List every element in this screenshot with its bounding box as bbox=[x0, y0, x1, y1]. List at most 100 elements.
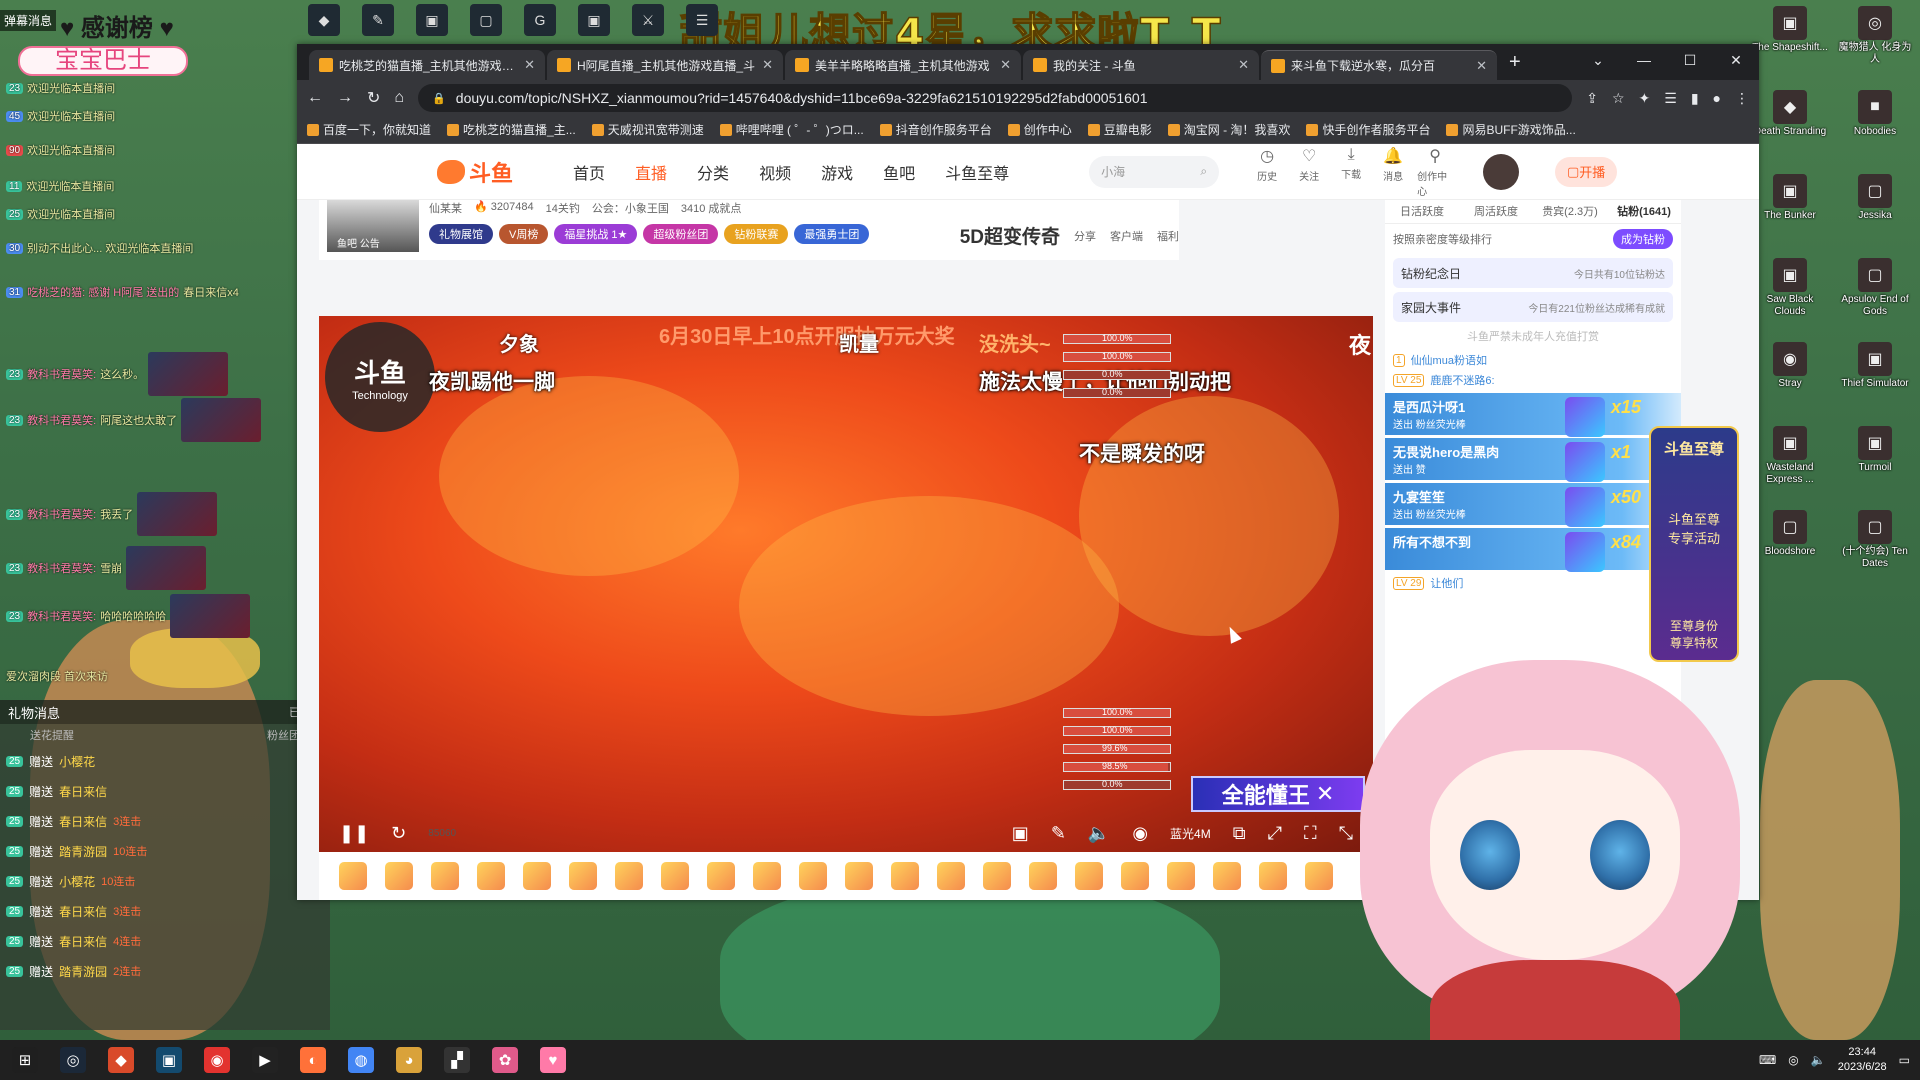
extensions-icon[interactable]: ✦ bbox=[1639, 90, 1651, 107]
rank-tab[interactable]: 日活跃度 bbox=[1385, 200, 1459, 223]
bookmark-item[interactable]: 创作中心 bbox=[1007, 121, 1072, 138]
user-avatar[interactable] bbox=[1483, 153, 1520, 190]
back-arrow-icon[interactable]: ← bbox=[307, 89, 323, 107]
video-player[interactable]: 斗鱼 Technology 6月30日早上10点开服抽万元大奖 夕象 凯量 没洗… bbox=[319, 316, 1373, 852]
ad-text[interactable]: 5D超变传奇 bbox=[960, 222, 1060, 249]
gift-slot-icon[interactable] bbox=[569, 862, 597, 890]
desktop-icon[interactable]: ▢ Bloodshore bbox=[1750, 510, 1830, 588]
desktop-icon[interactable]: ◆ Death Stranding bbox=[1750, 90, 1830, 168]
edit-icon[interactable]: ✎ bbox=[1051, 823, 1066, 844]
rank-tab[interactable]: 周活跃度 bbox=[1459, 200, 1533, 223]
room-pill[interactable]: 最强勇士团 bbox=[794, 224, 870, 244]
room-pill[interactable]: V周榜 bbox=[499, 224, 549, 244]
web-fullscreen-icon[interactable]: ⛶ bbox=[1304, 823, 1317, 844]
refresh-icon[interactable]: ↻ bbox=[391, 823, 406, 844]
gift-slot-icon[interactable] bbox=[845, 862, 873, 890]
search-icon[interactable]: ⌕ bbox=[1200, 164, 1207, 179]
browser-tab[interactable]: 美羊羊略略略直播_主机其他游戏 ✕ bbox=[785, 50, 1021, 80]
volume-tray-icon[interactable]: 🔈 bbox=[1811, 1053, 1826, 1067]
become-diamond-fan-button[interactable]: 成为钻粉 bbox=[1613, 229, 1673, 249]
bookmark-item[interactable]: 淘宝网 - 淘！我喜欢 bbox=[1167, 121, 1290, 138]
clock[interactable]: 23:44 2023/6/28 bbox=[1838, 1045, 1887, 1075]
app-icon[interactable]: G bbox=[524, 4, 556, 36]
gift-slot-icon[interactable] bbox=[1167, 862, 1195, 890]
media-icon[interactable]: ▶ bbox=[252, 1047, 278, 1073]
app-icon[interactable]: ▣ bbox=[416, 4, 448, 36]
app-icon[interactable]: ▣ bbox=[578, 4, 610, 36]
share-action[interactable]: 分享 bbox=[1074, 228, 1096, 244]
client-action[interactable]: 客户端 bbox=[1110, 228, 1143, 244]
gift-slot-icon[interactable] bbox=[523, 862, 551, 890]
sidebar-icon[interactable]: ▮ bbox=[1691, 90, 1699, 107]
bookmark-item[interactable]: 百度一下，你就知道 bbox=[307, 121, 431, 138]
notification-icon[interactable]: ▭ bbox=[1899, 1053, 1910, 1067]
bookmark-item[interactable]: 抖音创作服务平台 bbox=[879, 121, 992, 138]
tab-close-icon[interactable]: ✕ bbox=[1476, 58, 1487, 74]
share-icon[interactable]: ⇪ bbox=[1586, 90, 1598, 107]
gift-slot-icon[interactable] bbox=[385, 862, 413, 890]
nav-item[interactable]: 分类 bbox=[697, 160, 729, 184]
start-broadcast-button[interactable]: ▢ 开播 bbox=[1555, 156, 1618, 187]
tab-search-icon[interactable]: ⌄ bbox=[1575, 44, 1621, 76]
desktop-icon[interactable]: ▢ Jessika bbox=[1835, 174, 1915, 252]
profile-icon[interactable]: ● bbox=[1713, 90, 1721, 107]
screenshot-icon[interactable]: ▣ bbox=[1012, 823, 1029, 844]
bookmark-item[interactable]: 快手创作者服务平台 bbox=[1306, 121, 1430, 138]
gift-slot-icon[interactable] bbox=[983, 862, 1011, 890]
desktop-icon[interactable]: ▣ Thief Simulator bbox=[1835, 342, 1915, 420]
nav-item[interactable]: 视频 bbox=[759, 160, 791, 184]
gift-slot-icon[interactable] bbox=[1213, 862, 1241, 890]
bookmark-item[interactable]: 天威视讯宽带测速 bbox=[591, 121, 704, 138]
gift-slot-icon[interactable] bbox=[477, 862, 505, 890]
minimize-button[interactable]: — bbox=[1621, 44, 1667, 76]
forward-arrow-icon[interactable]: → bbox=[337, 89, 353, 107]
game-icon[interactable]: ◆ bbox=[108, 1047, 134, 1073]
url-input[interactable]: 🔒 douyu.com/topic/NSHXZ_xianmoumou?rid=1… bbox=[418, 84, 1573, 112]
star-icon[interactable]: ☆ bbox=[1612, 90, 1625, 107]
chrome-icon[interactable]: ◍ bbox=[348, 1047, 374, 1073]
maximize-button[interactable]: ☐ bbox=[1667, 44, 1713, 76]
volume-icon[interactable]: 🔈 bbox=[1088, 823, 1110, 844]
rank-tab[interactable]: 贵宾(2.3万) bbox=[1533, 200, 1607, 223]
bookmark-item[interactable]: 网易BUFF游戏饰品... bbox=[1446, 121, 1576, 138]
chat-username[interactable]: 仙仙mua粉语如 bbox=[1411, 352, 1487, 368]
gift-slot-icon[interactable] bbox=[1259, 862, 1287, 890]
room-pill[interactable]: 礼物展馆 bbox=[429, 224, 493, 244]
supreme-promo[interactable]: 斗鱼至尊 斗鱼至尊 专享活动 至尊身份 尊享特权 bbox=[1649, 426, 1739, 662]
diamond-anniversary-card[interactable]: 钻粉纪念日 今日共有10位钻粉达 bbox=[1393, 258, 1673, 288]
nav-item[interactable]: 鱼吧 bbox=[883, 160, 915, 184]
nav-util[interactable]: 🔔 消息 bbox=[1375, 146, 1411, 198]
rank-tab[interactable]: 钻粉(1641) bbox=[1607, 200, 1681, 223]
browser-tab[interactable]: 我的关注 - 斗鱼 ✕ bbox=[1023, 50, 1259, 80]
desktop-icon[interactable]: ▢ (十个约会) Ten Dates bbox=[1835, 510, 1915, 588]
desktop-icon[interactable]: ▣ The Bunker bbox=[1750, 174, 1830, 252]
tab-close-icon[interactable]: ✕ bbox=[1000, 57, 1011, 73]
home-event-card[interactable]: 家园大事件 今日有221位粉丝达成稀有成就 bbox=[1393, 292, 1673, 322]
heart-app-icon[interactable]: ♥ bbox=[540, 1047, 566, 1073]
gift-slot-icon[interactable] bbox=[1075, 862, 1103, 890]
pause-icon[interactable]: ❚❚ bbox=[339, 823, 369, 844]
desktop-icon[interactable]: ◎ 魔物猎人 化身为人 bbox=[1835, 6, 1915, 84]
gift-slot-icon[interactable] bbox=[431, 862, 459, 890]
unity-icon[interactable]: ▞ bbox=[444, 1047, 470, 1073]
browser-tab[interactable]: H阿尾直播_主机其他游戏直播_斗 ✕ bbox=[547, 50, 783, 80]
gift-slot-icon[interactable] bbox=[707, 862, 735, 890]
tab-close-icon[interactable]: ✕ bbox=[762, 57, 773, 73]
room-pill[interactable]: 福星挑战 1★ bbox=[554, 224, 638, 244]
firefox-icon[interactable]: ◐ bbox=[300, 1047, 326, 1073]
network-icon[interactable]: ◎ bbox=[1788, 1053, 1798, 1067]
app-icon[interactable]: ▣ bbox=[156, 1047, 182, 1073]
bookmark-item[interactable]: 哔哩哔哩 ( ゜- ゜)つロ... bbox=[719, 121, 864, 138]
pink-app-icon[interactable]: ✿ bbox=[492, 1047, 518, 1073]
tab-close-icon[interactable]: ✕ bbox=[1238, 57, 1249, 73]
desktop-icon[interactable]: ▣ The Shapeshift... bbox=[1750, 6, 1830, 84]
anchor-name[interactable]: 仙某某 bbox=[429, 200, 462, 216]
nav-util[interactable]: ◷ 历史 bbox=[1249, 146, 1285, 198]
app-icon[interactable]: ▢ bbox=[470, 4, 502, 36]
menu-icon[interactable]: ⋮ bbox=[1735, 90, 1749, 107]
gift-slot-icon[interactable] bbox=[339, 862, 367, 890]
app-icon[interactable]: ◆ bbox=[308, 4, 340, 36]
nav-util[interactable]: ⚲ 创作中心 bbox=[1417, 146, 1453, 198]
browser-tab[interactable]: 吃桃芝的猫直播_主机其他游戏直播 ✕ bbox=[309, 50, 545, 80]
desktop-icon[interactable]: ◉ Stray bbox=[1750, 342, 1830, 420]
